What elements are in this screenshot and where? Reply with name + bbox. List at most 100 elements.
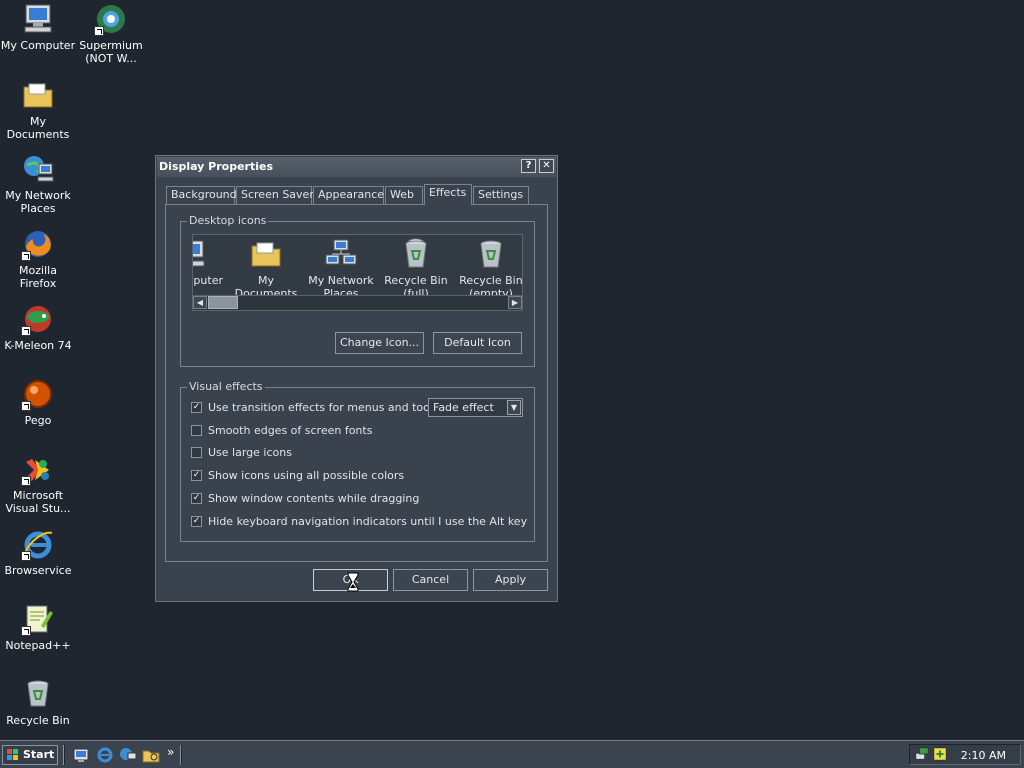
desktop-icon-browservice[interactable]: Browservice	[0, 527, 76, 577]
list-item-my-network-places[interactable]: My Network Places	[302, 237, 380, 300]
firefox-icon	[21, 227, 55, 261]
desktop-icon-label: Supermium (NOT W...	[79, 39, 143, 65]
option-hide-keyboard-indicators[interactable]: ✓ Hide keyboard navigation indicators unt…	[191, 514, 527, 530]
tab-effects[interactable]: Effects	[424, 184, 472, 205]
list-item-my-documents[interactable]: My Documents	[227, 237, 305, 300]
tab-appearance[interactable]: Appearance	[313, 186, 384, 204]
desktop-icons-label: Desktop icons	[187, 214, 269, 227]
desktop-icon-label: Recycle Bin	[6, 714, 70, 727]
horizontal-scrollbar[interactable]: ◀ ▶	[193, 295, 522, 310]
desktop-icon-pego[interactable]: Pego	[0, 377, 76, 427]
desktop-icons-group: Desktop icons mputer My Documents My Net…	[180, 214, 535, 367]
clock[interactable]: 2:10 AM	[961, 749, 1006, 762]
default-icon-button[interactable]: Default Icon	[433, 332, 522, 354]
tab-background[interactable]: Background	[166, 186, 237, 204]
select-value: Fade effect	[433, 401, 494, 414]
desktop-icon-recycle-bin[interactable]: Recycle Bin	[0, 677, 76, 727]
checkbox-checked[interactable]: ✓	[191, 492, 202, 504]
dialog-title: Display Properties	[159, 160, 274, 173]
list-item-label: mputer	[193, 274, 223, 287]
desktop-icon-my-network-places[interactable]: My Network Places	[0, 152, 76, 215]
option-smooth-edges[interactable]: Smooth edges of screen fonts	[191, 423, 372, 439]
tab-screen-saver[interactable]: Screen Saver	[236, 186, 314, 204]
tray-app-icon[interactable]	[932, 746, 948, 762]
display-properties-dialog: Display Properties ? ✕ Background Screen…	[155, 155, 558, 602]
kmeleon-icon	[21, 302, 55, 336]
desktop-icon-visual-studio[interactable]: Microsoft Visual Stu...	[0, 452, 76, 515]
checkbox-unchecked[interactable]	[191, 424, 202, 436]
ie-icon[interactable]	[96, 746, 114, 764]
computer-icon	[21, 2, 55, 36]
desktop-icon-notepad-plus-plus[interactable]: Notepad++	[0, 602, 76, 652]
recycle-bin-empty-icon	[480, 240, 502, 268]
option-label: Show icons using all possible colors	[208, 469, 405, 482]
desktop-icon-label: My Documents	[6, 115, 70, 141]
pego-icon	[21, 377, 55, 411]
network-status-icon[interactable]	[914, 746, 930, 762]
option-label: Use large icons	[208, 446, 292, 459]
system-tray: 2:10 AM	[909, 744, 1021, 765]
change-icon-button[interactable]: Change Icon...	[335, 332, 424, 354]
scroll-left-icon[interactable]: ◀	[193, 296, 207, 309]
recycle-bin-full-icon	[405, 238, 427, 268]
visual-effects-label: Visual effects	[187, 380, 265, 393]
option-all-colors[interactable]: ✓ Show icons using all possible colors	[191, 468, 404, 484]
desktop-icon-label: My Computer	[0, 39, 76, 52]
apply-button[interactable]: Apply	[473, 569, 548, 591]
desktop-icon-supermium[interactable]: Supermium (NOT W...	[73, 2, 149, 65]
taskbar-separator	[63, 745, 65, 765]
folder-icon	[251, 242, 281, 267]
title-bar[interactable]: Display Properties ? ✕	[157, 157, 556, 177]
tab-web[interactable]: Web	[385, 186, 423, 204]
desktop-icon-list[interactable]: mputer My Documents My Network Places Re…	[192, 234, 523, 311]
list-item-my-computer[interactable]: mputer	[193, 237, 231, 287]
desktop-icon-k-meleon[interactable]: K-Meleon 74	[0, 302, 76, 352]
scroll-right-icon[interactable]: ▶	[508, 296, 522, 309]
chevron-down-icon[interactable]: ▼	[507, 400, 521, 415]
hourglass-cursor-icon	[347, 572, 359, 592]
visual-studio-icon	[21, 452, 55, 486]
option-label: Hide keyboard navigation indicators unti…	[208, 515, 528, 528]
tab-settings[interactable]: Settings	[473, 186, 529, 204]
notepad-icon	[21, 602, 55, 636]
ie-icon	[21, 527, 55, 561]
list-item-recycle-bin-full[interactable]: Recycle Bin (full)	[377, 237, 455, 300]
list-item-recycle-bin-empty[interactable]: Recycle Bin (empty)	[452, 237, 522, 300]
option-large-icons[interactable]: Use large icons	[191, 445, 292, 461]
effects-panel: Desktop icons mputer My Documents My Net…	[165, 204, 548, 562]
desktop-icon-label: Pego	[24, 414, 52, 427]
shortcut-arrow-icon	[21, 476, 31, 486]
option-transition-effects[interactable]: ✓ Use transition effects for menus and to…	[191, 400, 453, 416]
desktop-icon-label: Notepad++	[5, 639, 71, 652]
shortcut-arrow-icon	[21, 326, 31, 336]
desktop-icon-my-computer[interactable]: My Computer	[0, 2, 76, 52]
desktop-icon-label: Browservice	[4, 564, 72, 577]
folder-search-icon[interactable]	[142, 746, 160, 764]
help-button[interactable]: ?	[521, 159, 536, 173]
option-label: Use transition effects for menus and too…	[208, 401, 454, 414]
quick-launch-chevron-icon[interactable]: »	[167, 745, 174, 759]
option-window-contents[interactable]: ✓ Show window contents while dragging	[191, 491, 419, 507]
start-button[interactable]: Start	[2, 745, 58, 765]
close-button[interactable]: ✕	[539, 159, 554, 173]
show-desktop-icon[interactable]	[72, 746, 90, 764]
shortcut-arrow-icon	[21, 401, 31, 411]
checkbox-checked[interactable]: ✓	[191, 401, 202, 413]
cancel-button[interactable]: Cancel	[393, 569, 468, 591]
desktop-icon-mozilla-firefox[interactable]: Mozilla Firefox	[0, 227, 76, 290]
shortcut-arrow-icon	[21, 551, 31, 561]
start-label: Start	[23, 748, 55, 761]
shortcut-arrow-icon	[21, 251, 31, 261]
scroll-thumb[interactable]	[208, 296, 238, 309]
option-label: Show window contents while dragging	[208, 492, 420, 505]
checkbox-checked[interactable]: ✓	[191, 469, 202, 481]
checkbox-checked[interactable]: ✓	[191, 515, 202, 527]
checkbox-unchecked[interactable]	[191, 446, 202, 458]
desktop-icon-my-documents[interactable]: My Documents	[0, 78, 76, 141]
desktop-icon-label: Microsoft Visual Stu...	[5, 489, 71, 515]
network-icon[interactable]	[119, 746, 137, 764]
visual-effects-group: Visual effects ✓ Use transition effects f…	[180, 380, 535, 542]
shortcut-arrow-icon	[94, 26, 104, 36]
network-icon	[325, 239, 357, 265]
transition-effect-select[interactable]: Fade effect ▼	[428, 398, 523, 417]
